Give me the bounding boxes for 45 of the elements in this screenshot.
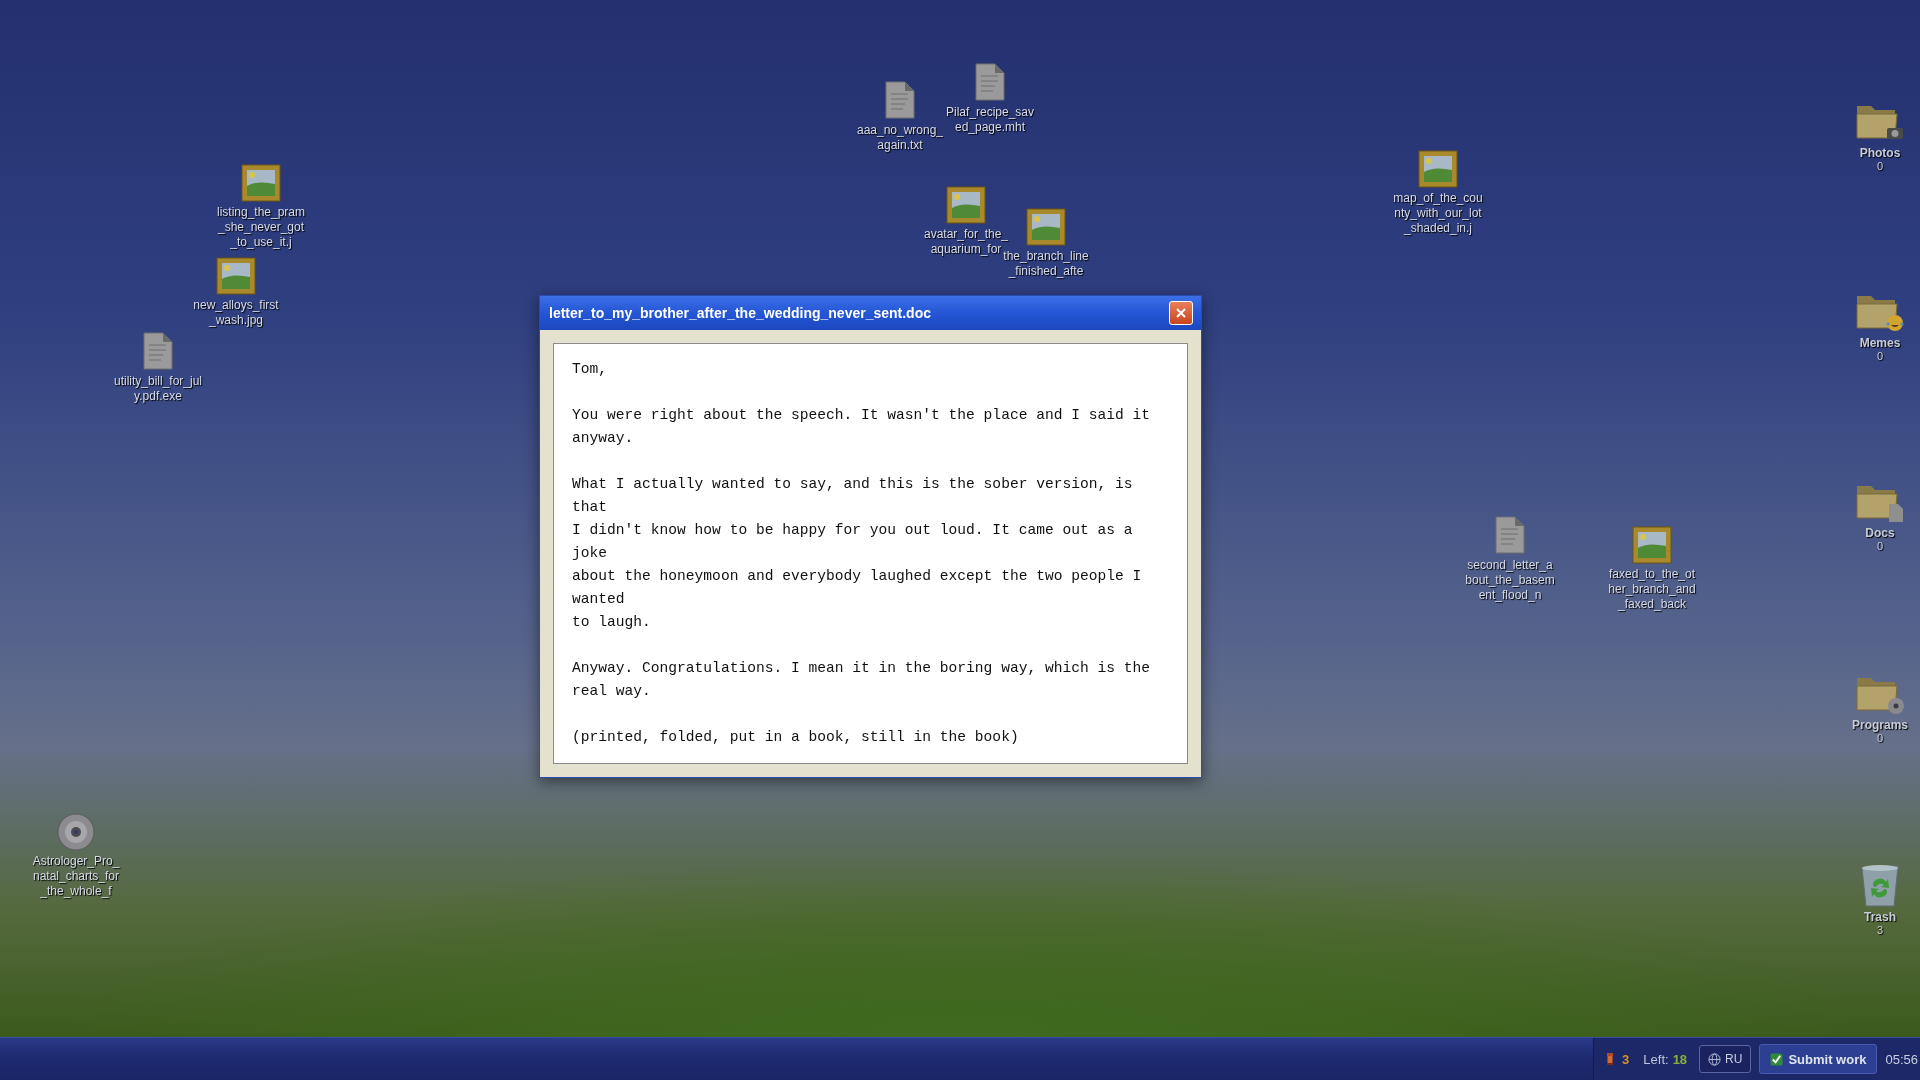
picture-frame-icon[interactable] [1418, 150, 1458, 188]
picture-frame-icon[interactable] [1026, 208, 1066, 246]
folder-name: Programs [1852, 718, 1908, 732]
folder-name: Photos [1859, 146, 1901, 160]
left-label: Left: [1643, 1051, 1669, 1067]
picture-frame-icon[interactable] [1632, 526, 1672, 564]
document-icon[interactable] [141, 331, 175, 371]
document-icon[interactable] [973, 62, 1007, 102]
file-name: the_branch_line_finished_afte [1002, 249, 1090, 279]
item-count: 0 [1876, 160, 1884, 172]
file-name: second_letter_about_the_basement_flood_n [1465, 558, 1555, 603]
picture-frame-icon[interactable] [946, 186, 986, 224]
file-name: aaa_no_wrong_again.txt [855, 123, 945, 153]
globe-icon [1708, 1052, 1722, 1066]
file-name: listing_the_pram_she_never_got_to_use_it.j [216, 205, 306, 250]
file-name: Astrologer_Pro_natal_charts_for_the_whole_f [31, 854, 121, 899]
check-icon [1770, 1052, 1784, 1066]
file-name: map_of_the_county_with_our_lot_shaded_in.j [1393, 191, 1483, 236]
folder-name: Trash [1864, 910, 1896, 924]
disc-icon[interactable] [57, 813, 95, 851]
file-name: utility_bill_for_july.pdf.exe [113, 374, 203, 404]
document-icon[interactable] [883, 80, 917, 120]
item-count: 3 [1876, 924, 1884, 936]
file-name: Pilaf_recipe_saved_page.mht [945, 105, 1035, 135]
left-value: 18 [1672, 1051, 1688, 1067]
lantern-icon [1606, 1052, 1615, 1066]
recycle-bin-icon[interactable] [1858, 862, 1902, 908]
language-button[interactable]: RU [1699, 1045, 1752, 1073]
picture-frame-icon[interactable] [241, 164, 281, 202]
letter-text: Tom, You were right about the speech. It wasn't the place and I said it anyway. What I actually wanted to say, and this is the sober version, is that I didn't know how to be happy for you out loud. It came out as a joke about the honeymoon and everybody laughed except the two people I wanted to laugh. Anyway. Congratulations. I mean it in the boring way, which is the real way. (printed, folded, put in a book, still in the book) [572, 360, 1151, 747]
window-title: letter_to_my_brother_after_the_wedding_never_sent.doc [549, 305, 931, 321]
file-name: new_alloys_first_wash.jpg [192, 298, 280, 328]
submit-button[interactable]: Submit work [1759, 1044, 1878, 1074]
counter-value: 3 [1622, 1051, 1630, 1067]
close-button[interactable] [1169, 301, 1193, 325]
folder-name: Docs [1865, 526, 1895, 540]
folder-name: Memes [1859, 336, 1901, 350]
file-name: faxed_to_the_other_branch_and_faxed_back [1607, 567, 1697, 612]
clock: 05:56 [1885, 1051, 1919, 1067]
item-count: 0 [1876, 732, 1884, 744]
picture-frame-icon[interactable] [216, 257, 256, 295]
item-count: 0 [1876, 540, 1884, 552]
close-icon [1176, 308, 1186, 318]
document-icon[interactable] [1493, 515, 1527, 555]
item-count: 0 [1876, 350, 1884, 362]
